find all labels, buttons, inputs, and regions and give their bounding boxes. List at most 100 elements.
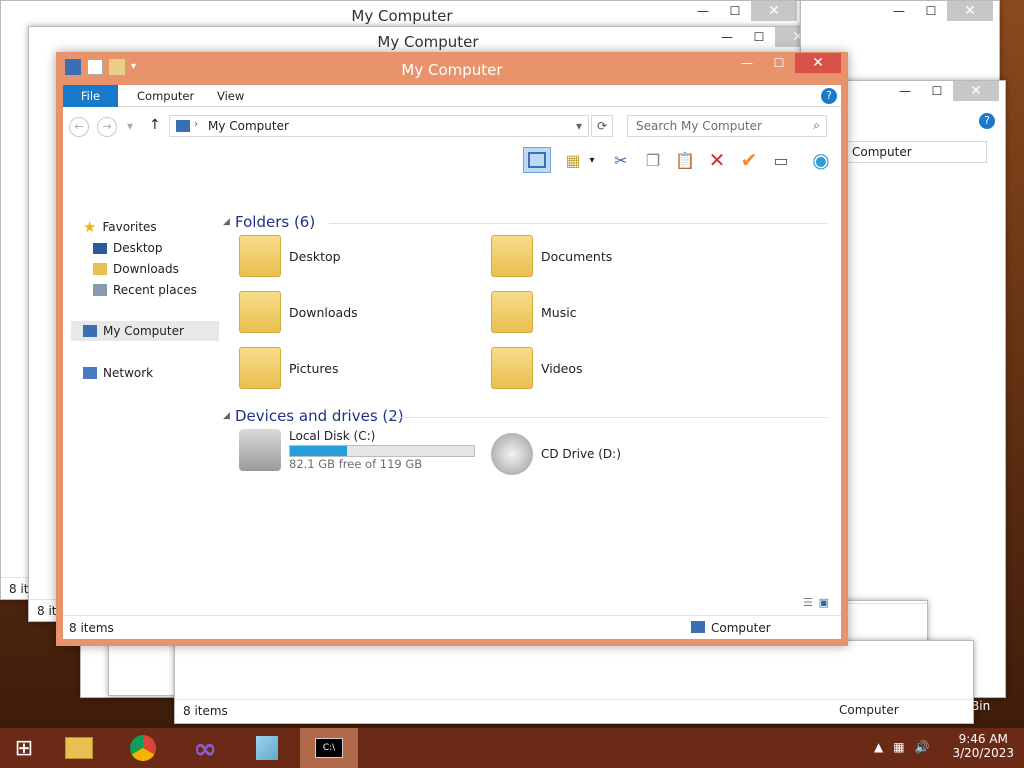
organize-icon[interactable]: ▦ (559, 147, 587, 173)
delete-icon[interactable]: ✕ (703, 147, 731, 173)
close-button[interactable]: ✕ (953, 81, 999, 101)
visual-studio-taskbar-button[interactable]: ∞ (176, 728, 234, 768)
background-search-box[interactable]: Computer (847, 141, 987, 163)
volume-icon[interactable]: 🔊 (915, 740, 930, 754)
details-view-icon[interactable]: ☰ (803, 596, 813, 609)
devices-header[interactable]: Devices and drives (2) (235, 407, 404, 425)
recent-places-icon (93, 284, 107, 296)
nav-desktop[interactable]: Desktop (93, 238, 163, 258)
computer-icon (176, 120, 190, 132)
folder-videos[interactable]: Videos (491, 347, 583, 389)
nav-favorites[interactable]: ★ Favorites (83, 217, 157, 237)
address-bar[interactable]: › My Computer ▾ (169, 115, 589, 137)
cd-drive-icon (491, 433, 533, 475)
minimize-button[interactable]: — (711, 27, 743, 47)
shell-icon[interactable]: ◉ (807, 147, 835, 173)
navigation-pane: ★ Favorites Desktop Downloads Recent pla… (63, 211, 219, 615)
window-title: My Computer (401, 61, 503, 79)
close-button[interactable]: ✕ (751, 1, 797, 21)
close-button[interactable]: ✕ (947, 1, 993, 21)
folder-music[interactable]: Music (491, 291, 577, 333)
help-icon[interactable]: ? (821, 88, 837, 104)
address-text: My Computer (208, 119, 289, 133)
desktop-folder-icon (239, 235, 281, 277)
nav-downloads[interactable]: Downloads (93, 259, 179, 279)
large-icons-view-icon[interactable]: ▣ (819, 596, 829, 609)
toolbar: ▦ ▾ ✂ ❐ 📋 ✕ ✔ ▭ ◉ (63, 143, 841, 177)
collapse-folders-icon[interactable]: ◢ (223, 217, 230, 227)
minimize-button[interactable]: — (889, 81, 921, 101)
folder-label: Downloads (289, 304, 358, 320)
search-input[interactable]: Search My Computer ⌕ (627, 115, 827, 137)
clock[interactable]: 9:46 AM 3/20/2023 (952, 732, 1014, 760)
up-arrow-icon[interactable]: ↑ (149, 117, 161, 133)
folder-pictures[interactable]: Pictures (239, 347, 339, 389)
check-icon[interactable]: ✔ (735, 147, 763, 173)
videos-folder-icon (491, 347, 533, 389)
copy-icon[interactable]: ❐ (639, 147, 667, 173)
recent-locations-icon[interactable]: ▾ (127, 119, 133, 133)
cmd-taskbar-button[interactable]: C:\ (300, 728, 358, 768)
downloads-folder-icon (239, 291, 281, 333)
network-icon[interactable]: ▦ (893, 740, 904, 754)
window-title: My Computer (377, 33, 479, 51)
maximize-button[interactable]: ☐ (915, 1, 947, 21)
address-dropdown-icon[interactable]: ▾ (576, 119, 582, 133)
notepad-taskbar-button[interactable] (238, 728, 296, 768)
chrome-taskbar-button[interactable] (114, 728, 172, 768)
tab-file[interactable]: File (63, 85, 118, 107)
nav-network-label: Network (103, 366, 154, 380)
properties-icon[interactable]: ▭ (767, 147, 795, 173)
minimize-button[interactable]: — (687, 1, 719, 21)
background-search-text: Computer (852, 145, 912, 159)
star-icon: ★ (83, 218, 97, 236)
explorer-taskbar-button[interactable] (50, 728, 108, 768)
status-bar: 8 items Computer (63, 615, 841, 639)
folders-divider (329, 223, 827, 224)
taskbar: ⊞ ∞ C:\ ▲ ▦ 🔊 9:46 AM 3/20/2023 (0, 728, 1024, 768)
search-placeholder: Search My Computer (636, 119, 762, 133)
maximize-button[interactable]: ☐ (743, 27, 775, 47)
window-body: File Computer View ? ← → ▾ ↑ › My Comput… (63, 85, 841, 639)
forward-button[interactable]: → (97, 117, 117, 137)
folder-downloads[interactable]: Downloads (239, 291, 358, 333)
folder-label: Pictures (289, 360, 339, 376)
cut-icon[interactable]: ✂ (607, 147, 635, 173)
nav-recent-places[interactable]: Recent places (93, 280, 197, 300)
start-button[interactable]: ⊞ (0, 728, 48, 768)
nav-recent-label: Recent places (113, 283, 197, 297)
drive-c[interactable]: Local Disk (C:) 82.1 GB free of 119 GB (239, 429, 475, 471)
folders-header[interactable]: Folders (6) (235, 213, 315, 231)
refresh-button[interactable]: ⟳ (591, 115, 613, 137)
close-button[interactable]: ✕ (795, 53, 841, 73)
minimize-button[interactable]: — (731, 53, 763, 73)
maximize-button[interactable]: ☐ (763, 53, 795, 73)
organize-dropdown-icon[interactable]: ▾ (585, 147, 599, 173)
music-folder-icon (491, 291, 533, 333)
show-hidden-icons-icon[interactable]: ▲ (874, 740, 883, 754)
minimize-button[interactable]: — (883, 1, 915, 21)
drive-c-usage-bar (289, 445, 475, 457)
visual-studio-icon: ∞ (193, 731, 217, 765)
maximize-button[interactable]: ☐ (719, 1, 751, 21)
collapse-devices-icon[interactable]: ◢ (223, 411, 230, 421)
nav-network[interactable]: Network (83, 363, 153, 383)
folder-documents[interactable]: Documents (491, 235, 612, 277)
back-button[interactable]: ← (69, 117, 89, 137)
background-help-icon[interactable]: ? (979, 113, 995, 129)
paste-icon[interactable]: 📋 (671, 147, 699, 173)
tab-computer[interactable]: Computer (125, 85, 206, 107)
folder-label: Videos (541, 360, 583, 376)
preview-pane-icon[interactable] (523, 147, 551, 173)
tab-view[interactable]: View (205, 85, 256, 107)
status-item-count: 8 items (69, 621, 114, 635)
nav-my-computer[interactable]: My Computer (71, 321, 219, 341)
status-item-count: 8 items (183, 704, 228, 718)
folder-desktop[interactable]: Desktop (239, 235, 341, 277)
drive-d[interactable]: CD Drive (D:) (491, 433, 621, 475)
folder-label: Desktop (289, 248, 341, 264)
maximize-button[interactable]: ☐ (921, 81, 953, 101)
drive-c-free-space: 82.1 GB free of 119 GB (289, 457, 423, 471)
computer-icon (691, 621, 705, 633)
window-title: My Computer (351, 7, 453, 25)
